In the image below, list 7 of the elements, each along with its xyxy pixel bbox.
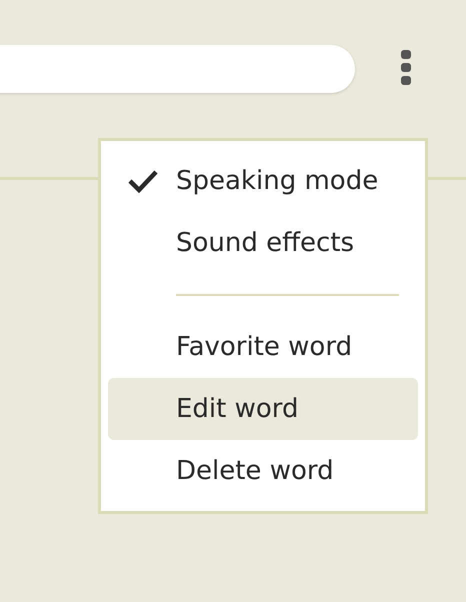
menu-item[interactable]: Edit word <box>108 378 418 440</box>
menu-item[interactable]: Favorite word <box>108 316 418 378</box>
menu-item[interactable]: Delete word <box>108 440 418 502</box>
menu-item[interactable]: Speaking mode <box>108 150 418 212</box>
more-options-icon[interactable] <box>400 50 412 86</box>
text-field[interactable] <box>0 45 355 93</box>
menu-item[interactable]: Sound effects <box>108 212 418 274</box>
